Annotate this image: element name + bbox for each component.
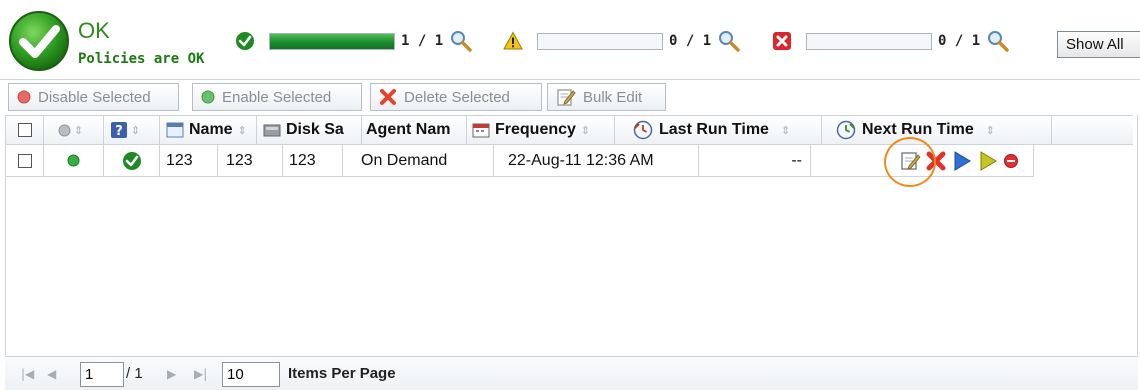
delete-selected-label: Delete Selected [404, 88, 510, 106]
warning-count: 0 / 1 [669, 33, 712, 49]
warning-progress-bar [537, 33, 663, 50]
disable-selected-label: Disable Selected [38, 88, 151, 106]
enable-selected-button[interactable]: Enable Selected [192, 83, 362, 111]
row-last-run-cell: 22-Aug-11 12:36 AM [494, 145, 699, 176]
window-icon [166, 122, 184, 138]
last-page-icon[interactable]: ▶| [194, 367, 207, 381]
delete-x-icon [380, 89, 396, 105]
pagination-bar: |◀ ◀ / 1 ▶ ▶| Items Per Page [5, 356, 1138, 390]
enable-selected-label: Enable Selected [222, 88, 332, 106]
disable-icon[interactable] [1003, 150, 1019, 172]
status-title: OK [78, 18, 110, 43]
row-enabled-cell [44, 145, 104, 176]
row-frequency-cell: On Demand [343, 145, 494, 176]
items-per-page-label: Items Per Page [288, 365, 396, 382]
edit-note-icon [557, 89, 576, 106]
column-header-status[interactable]: ? ⇕ [104, 116, 160, 144]
disk-icon [263, 124, 281, 137]
disable-selected-button[interactable]: Disable Selected [8, 83, 179, 111]
calendar-icon [472, 123, 490, 138]
svg-text:?: ? [115, 124, 123, 139]
column-header-enabled[interactable]: ⇕ [44, 116, 104, 144]
next-page-icon[interactable]: ▶ [167, 367, 176, 381]
ok-count: 1 / 1 [401, 33, 444, 49]
sort-arrows-icon[interactable]: ⇕ [581, 124, 590, 137]
row-agent-cell: 123 [283, 145, 343, 176]
error-progress-bar [806, 33, 932, 50]
edit-highlight-ring [884, 137, 936, 187]
ok-status-icon [9, 11, 69, 71]
red-dot-icon [17, 90, 31, 104]
row-checkbox[interactable] [17, 153, 32, 168]
run-icon[interactable] [951, 150, 973, 172]
column-frequency-label: Frequency [495, 121, 576, 138]
column-disk-label: Disk Sa [286, 121, 344, 138]
error-count: 0 / 1 [938, 33, 981, 49]
magnifier-icon[interactable] [449, 29, 473, 53]
policy-grid: ⇕ ? ⇕ Name ⇕ Disk Sa Agent Nam Frequency… [5, 115, 1138, 355]
grid-header: ⇕ ? ⇕ Name ⇕ Disk Sa Agent Nam Frequency… [6, 115, 1133, 145]
column-header-disk[interactable]: Disk Sa [257, 116, 362, 144]
column-header-agent[interactable]: Agent Nam [362, 116, 467, 144]
delete-selected-button[interactable]: Delete Selected [370, 83, 542, 111]
row-next-run-cell: -- [699, 145, 811, 176]
magnifier-icon[interactable] [986, 29, 1010, 53]
show-all-button[interactable]: Show All [1057, 31, 1140, 58]
items-per-page-input[interactable] [222, 362, 280, 387]
ok-progress-fill [270, 34, 394, 49]
grey-dot-icon [58, 124, 71, 136]
error-icon [773, 32, 791, 50]
check-circle-icon [236, 32, 254, 50]
magnifier-icon[interactable] [717, 29, 741, 53]
green-dot-icon [201, 90, 215, 104]
clock-forward-icon [836, 120, 856, 140]
question-icon: ? [111, 122, 127, 139]
column-last-run-label: Last Run Time [659, 121, 769, 138]
row-name-cell: 123 [160, 145, 218, 176]
clock-back-icon [633, 120, 653, 140]
column-header-next-run[interactable]: Next Run Time ⇕ [822, 116, 1052, 144]
first-page-icon[interactable]: |◀ [21, 367, 34, 381]
sort-arrows-icon[interactable]: ⇕ [131, 124, 140, 137]
page-total: / 1 [126, 365, 143, 382]
select-all-header[interactable] [6, 116, 44, 144]
sort-arrows-icon[interactable]: ⇕ [986, 124, 995, 137]
table-row[interactable]: 123 123 123 On Demand 22-Aug-11 12:36 AM… [6, 145, 1034, 177]
sort-arrows-icon[interactable]: ⇕ [238, 124, 247, 137]
select-all-checkbox[interactable] [17, 123, 32, 137]
row-status-cell [104, 145, 160, 176]
page-number-input[interactable] [80, 362, 124, 387]
warning-icon [503, 31, 523, 50]
bulk-edit-label: Bulk Edit [583, 88, 643, 106]
check-circle-icon [122, 151, 141, 170]
column-header-name[interactable]: Name ⇕ [160, 116, 257, 144]
status-summary: OK Policies are OK 1 / 1 0 / 1 0 / 1 Sho… [0, 0, 1140, 78]
ok-progress-bar [269, 33, 395, 50]
sort-arrows-icon[interactable]: ⇕ [74, 124, 83, 137]
bulk-edit-button[interactable]: Bulk Edit [547, 83, 666, 111]
column-name-label: Name [189, 121, 233, 138]
row-disk-cell: 123 [218, 145, 283, 176]
column-header-last-run[interactable]: Last Run Time ⇕ [615, 116, 822, 144]
run-now-icon[interactable] [977, 150, 999, 172]
column-agent-label: Agent Nam [366, 121, 451, 138]
row-select-cell[interactable] [6, 145, 44, 176]
sort-arrows-icon[interactable]: ⇕ [781, 124, 790, 137]
green-dot-icon [67, 154, 80, 167]
column-header-frequency[interactable]: Frequency ⇕ [467, 116, 615, 144]
action-toolbar: Disable Selected Enable Selected Delete … [0, 79, 1140, 114]
column-next-run-label: Next Run Time [862, 121, 974, 138]
prev-page-icon[interactable]: ◀ [47, 367, 56, 381]
status-subtitle: Policies are OK [78, 51, 205, 67]
